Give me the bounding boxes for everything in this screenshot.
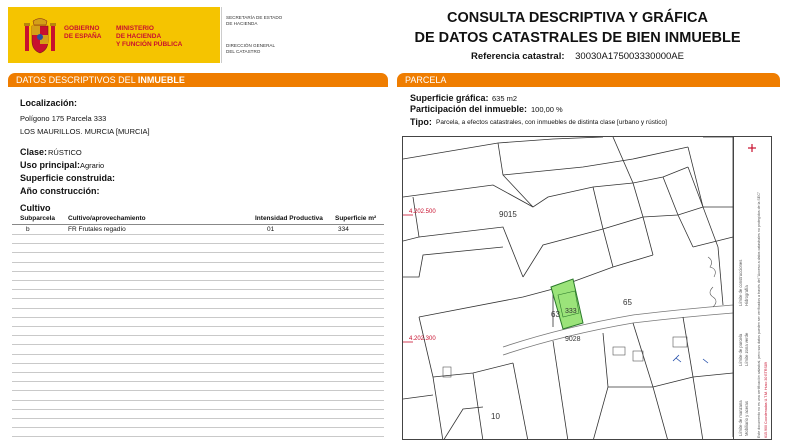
cell-intensidad: 01 <box>267 226 275 233</box>
cell-superficie: 334 <box>338 226 349 233</box>
parcela-bar: PARCELA <box>397 73 780 87</box>
localizacion-line2: LOS MAURILLOS. MURCIA [MURCIA] <box>20 127 150 136</box>
map-coord-bottom: 4.202.300 <box>409 336 436 342</box>
participacion-label: Participación del inmueble: <box>410 104 528 114</box>
table-empty-rule <box>12 362 384 364</box>
table-empty-rule <box>12 280 384 281</box>
table-empty-rule <box>12 234 384 235</box>
superficie-construida-label: Superficie construida: <box>20 173 116 183</box>
table-empty-rule <box>12 252 384 254</box>
legend-line-1: Límite de manzana <box>738 400 743 436</box>
cell-subparcela: b <box>26 226 30 233</box>
map-coord-top: 4.202.500 <box>409 209 436 215</box>
table-empty-rule <box>12 307 384 309</box>
map-drawing: 9015 333 63 65 9028 10 4.202.500 4.202.3… <box>403 137 734 439</box>
referencia-catastral: Referencia catastral: 30030A175003330000… <box>395 51 760 62</box>
table-empty-rule <box>12 381 384 383</box>
ministerio-text: MINISTERIO DE HACIENDA Y FUNCIÓN PÚBLICA <box>116 25 183 48</box>
ref-value: 30030A175003330000AE <box>575 51 684 62</box>
table-empty-rule <box>12 427 384 429</box>
table-empty-rule <box>12 418 384 419</box>
table-empty-rule <box>12 270 384 272</box>
table-empty-rule <box>12 316 384 318</box>
cultivo-title: Cultivo <box>20 203 51 213</box>
legend-drawing: Límite de manzana Límite de parcela Lími… <box>738 144 768 438</box>
legend-line-4: Mobiliario y aceras <box>744 401 749 436</box>
col-superficie: Superficie m² <box>335 215 377 222</box>
gobierno-logo: GOBIERNO DE ESPAÑA MINISTERIO DE HACIEND… <box>8 7 220 63</box>
table-empty-rule <box>12 298 384 300</box>
table-empty-rule <box>12 243 384 245</box>
table-empty-rule <box>12 261 384 263</box>
legend-line-6: Hidrografía <box>744 285 749 306</box>
ano-construccion-label: Año construcción: <box>20 186 100 196</box>
uso-label: Uso principal: <box>20 160 81 170</box>
table-empty-rule <box>12 353 384 355</box>
legend-note: Este documento no es una certificación c… <box>757 191 761 438</box>
direccion-text: DIRECCIÓN GENERAL DEL CATASTRO <box>226 43 276 54</box>
legend-line-5: Límite zona verde <box>744 332 749 366</box>
datos-descriptivos-bar: DATOS DESCRIPTIVOS DEL INMUEBLE <box>8 73 388 87</box>
clase-value: RÚSTICO <box>48 148 82 157</box>
uso-value: Agrario <box>80 161 105 170</box>
table-empty-rule <box>12 335 384 337</box>
tipo-label: Tipo: <box>410 117 432 127</box>
cadastral-map[interactable]: 9015 333 63 65 9028 10 4.202.500 4.202.3… <box>402 136 772 440</box>
legend-line-2: Límite de parcela <box>738 333 743 366</box>
superficie-grafica-value: 635 m2 <box>492 94 518 103</box>
map-label-63: 63 <box>551 310 560 319</box>
table-empty-rule <box>12 326 384 327</box>
table-empty-rule <box>12 436 384 438</box>
clase-label: Clase: <box>20 147 48 157</box>
table-header-rule <box>12 224 384 225</box>
table-empty-rule <box>12 372 384 373</box>
col-cultivo: Cultivo/aprovechamiento <box>68 215 146 222</box>
cell-cultivo: FR Frutales regadío <box>68 226 126 233</box>
map-label-10: 10 <box>491 412 500 421</box>
col-subparcela: Subparcela <box>20 215 56 222</box>
table-empty-rule <box>12 408 384 410</box>
superficie-grafica-label: Superficie gráfica: <box>410 93 489 103</box>
document-title: CONSULTA DESCRIPTIVA Y GRÁFICA DE DATOS … <box>414 10 741 46</box>
ref-label: Referencia catastral: <box>471 51 565 62</box>
secretaria-text: SECRETARÍA DE ESTADO DE HACIENDA <box>226 15 283 26</box>
map-label-9015: 9015 <box>499 210 517 219</box>
map-label-65: 65 <box>623 298 632 307</box>
localizacion-label: Localización: <box>20 98 78 108</box>
map-label-9028: 9028 <box>565 336 581 343</box>
map-legend: Límite de manzana Límite de parcela Lími… <box>733 136 772 440</box>
table-empty-rule <box>12 399 384 401</box>
table-empty-rule <box>12 390 384 392</box>
table-empty-rule <box>12 289 384 291</box>
map-label-333: 333 <box>565 308 577 315</box>
tipo-value: Parcela, a efectos catastrales, con inmu… <box>436 119 667 126</box>
table-empty-rule <box>12 344 384 346</box>
col-intensidad: Intensidad Productiva <box>255 215 323 222</box>
legend-line-3: Límite de construcciones <box>738 260 743 306</box>
participacion-value: 100,00 % <box>531 105 563 114</box>
localizacion-line1: Polígono 175 Parcela 333 <box>20 114 107 123</box>
coat-of-arms-icon <box>24 18 56 54</box>
secretaria-box: SECRETARÍA DE ESTADO DE HACIENDA DIRECCI… <box>221 7 283 63</box>
gobierno-text: GOBIERNO DE ESPAÑA <box>64 25 102 40</box>
legend-coord-note: 615.900 Coordenadas U.T.M. Huso 30 ETRS8… <box>764 362 768 438</box>
